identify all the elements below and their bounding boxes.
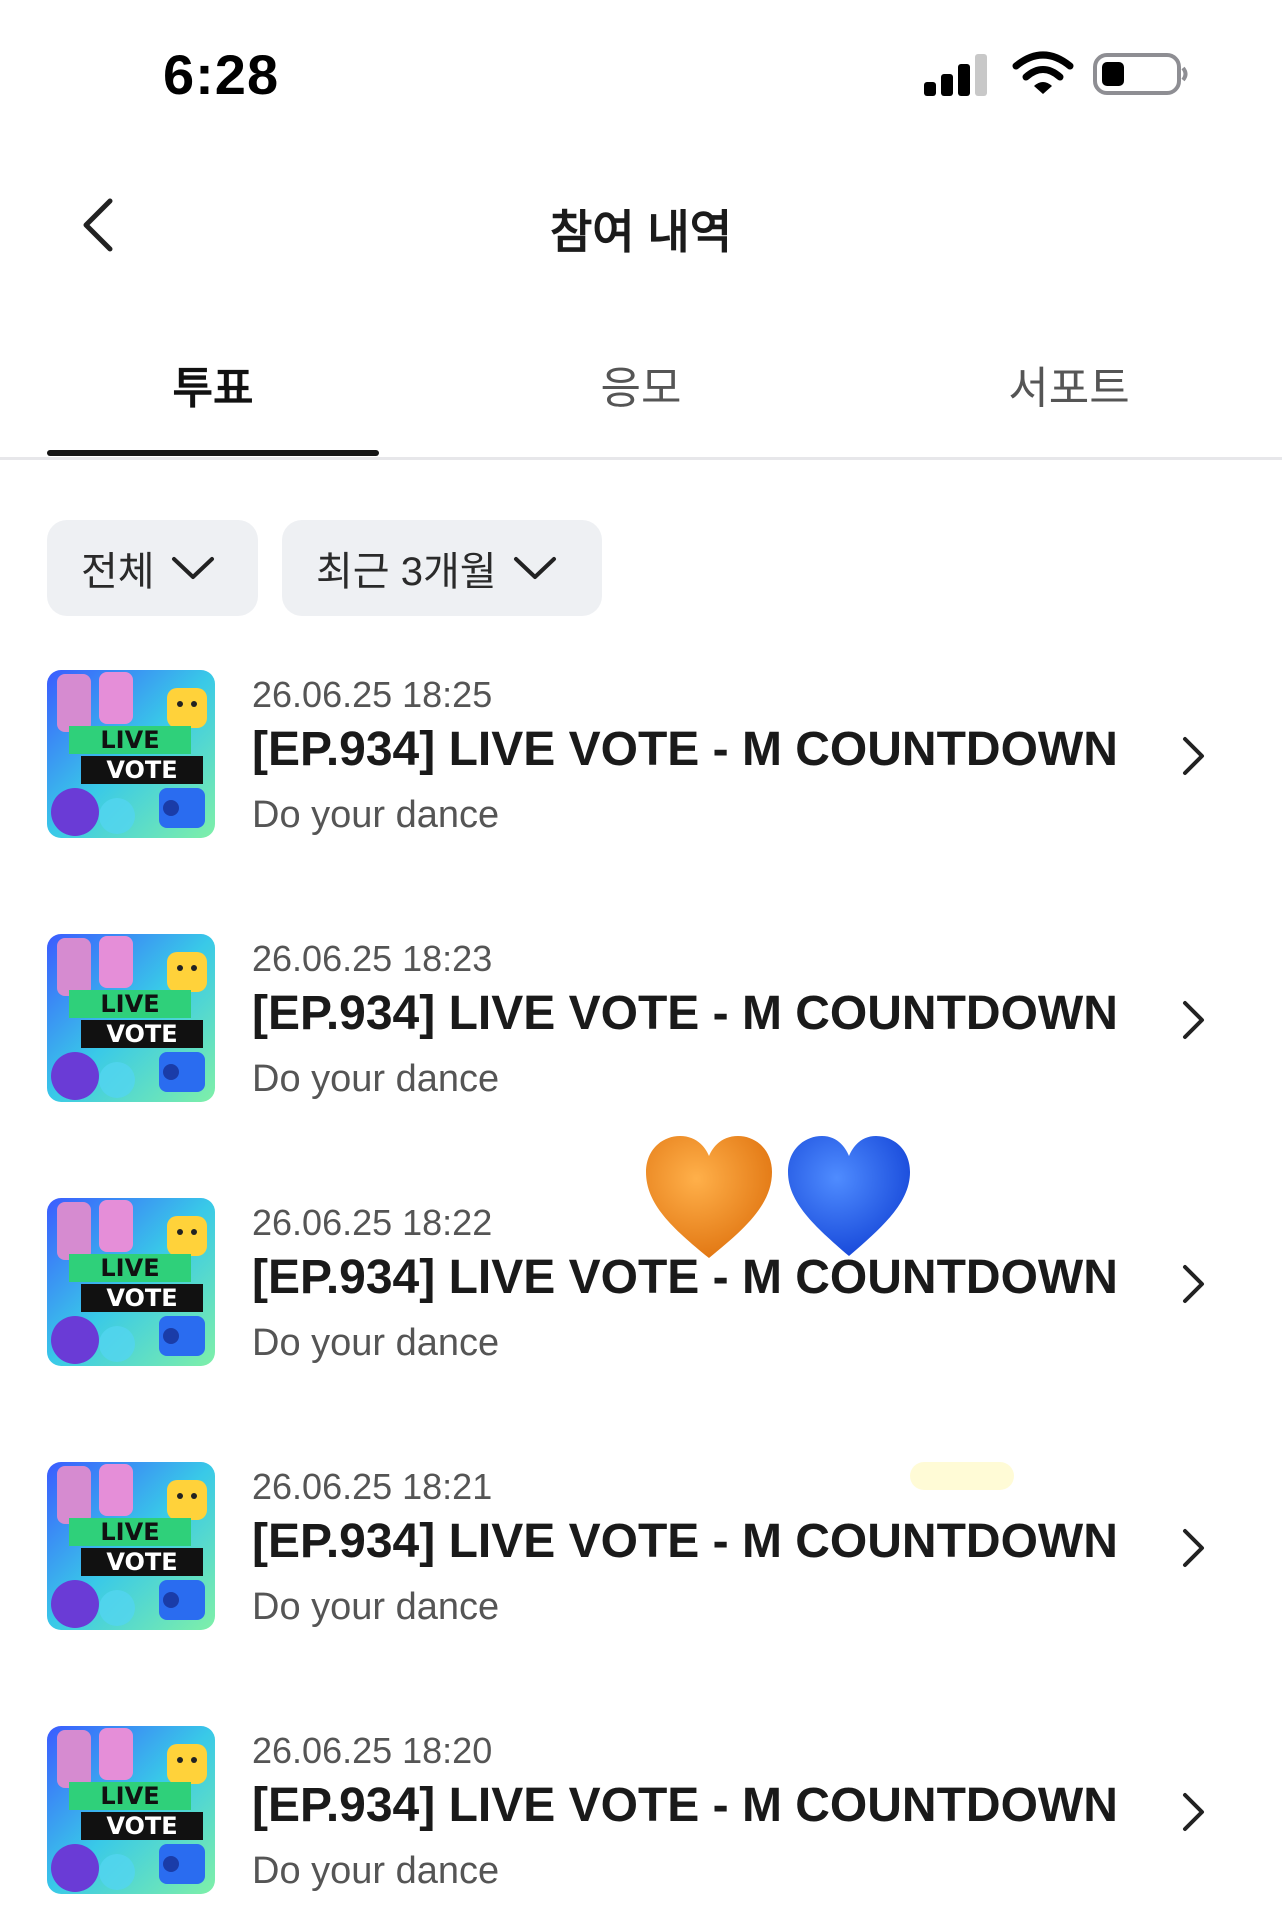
thumbnail-vote-text: VOTE	[106, 1284, 177, 1312]
blue-heart-icon	[788, 1136, 910, 1256]
thumbnail-live-text: LIVE	[100, 726, 159, 754]
tab-bar: 투표 응모 서포트	[0, 330, 1282, 460]
period-filter-dropdown[interactable]: 최근 3개월	[282, 520, 602, 616]
chevron-right-icon[interactable]	[1180, 1526, 1208, 1570]
highlight-smudge	[910, 1462, 1014, 1490]
live-vote-thumbnail: LIVE VOTE	[47, 670, 215, 838]
thumbnail-vote-text: VOTE	[106, 1812, 177, 1840]
live-vote-thumbnail: LIVE VOTE	[47, 1462, 215, 1630]
cellular-signal-icon	[924, 54, 987, 96]
item-title: [EP.934] LIVE VOTE - M COUNTDOWN	[252, 723, 1118, 776]
item-title: [EP.934] LIVE VOTE - M COUNTDOWN	[252, 1779, 1118, 1832]
vote-history-item[interactable]: LIVE VOTE 26.06.25 18:21 [EP.934] LIVE V…	[0, 1462, 1282, 1642]
chevron-down-icon	[171, 557, 214, 579]
chevron-right-icon[interactable]	[1180, 998, 1208, 1042]
live-vote-thumbnail: LIVE VOTE	[47, 934, 215, 1102]
item-subtitle: Do your dance	[252, 1058, 500, 1100]
thumbnail-live-text: LIVE	[100, 1782, 159, 1810]
period-filter-label: 최근 3개월	[316, 550, 497, 594]
item-date: 26.06.25 18:21	[252, 1466, 493, 1507]
thumbnail-vote-text: VOTE	[106, 1548, 177, 1576]
item-title: [EP.934] LIVE VOTE - M COUNTDOWN	[252, 1515, 1118, 1568]
chevron-right-icon[interactable]	[1180, 1790, 1208, 1834]
battery-icon	[1093, 53, 1188, 95]
category-filter-dropdown[interactable]: 전체	[47, 520, 258, 616]
status-bar: 6:28	[0, 0, 1282, 150]
thumbnail-live-text: LIVE	[100, 990, 159, 1018]
vote-history-item[interactable]: LIVE VOTE 26.06.25 18:23 [EP.934] LIVE V…	[0, 934, 1282, 1114]
item-title: [EP.934] LIVE VOTE - M COUNTDOWN	[252, 987, 1118, 1040]
tab-support[interactable]: 서포트	[903, 352, 1235, 432]
wifi-icon	[1012, 51, 1074, 94]
page-title: 참여 내역	[549, 206, 733, 258]
item-date: 26.06.25 18:20	[252, 1730, 493, 1771]
category-filter-label: 전체	[81, 550, 155, 594]
tab-entry[interactable]: 응모	[475, 352, 807, 432]
tab-vote[interactable]: 투표	[47, 352, 379, 432]
thumbnail-vote-text: VOTE	[106, 1020, 177, 1048]
status-time: 6:28	[163, 43, 280, 106]
vote-history-item[interactable]: LIVE VOTE 26.06.25 18:20 [EP.934] LIVE V…	[0, 1726, 1282, 1906]
item-subtitle: Do your dance	[252, 794, 500, 836]
header: 참여 내역	[0, 150, 1282, 300]
tab-active-indicator	[47, 450, 379, 456]
live-vote-thumbnail: LIVE VOTE	[47, 1198, 215, 1366]
item-date: 26.06.25 18:25	[252, 674, 493, 715]
vote-history-item[interactable]: LIVE VOTE 26.06.25 18:22 [EP.934] LIVE V…	[0, 1198, 1282, 1378]
chevron-down-icon	[513, 557, 556, 579]
item-date: 26.06.25 18:23	[252, 938, 493, 979]
item-subtitle: Do your dance	[252, 1850, 500, 1892]
item-subtitle: Do your dance	[252, 1586, 500, 1628]
thumbnail-live-text: LIVE	[100, 1518, 159, 1546]
chevron-right-icon[interactable]	[1180, 1262, 1208, 1306]
thumbnail-vote-text: VOTE	[106, 756, 177, 784]
chevron-right-icon[interactable]	[1180, 734, 1208, 778]
vote-history-item[interactable]: LIVE VOTE 26.06.25 18:25 [EP.934] LIVE V…	[0, 670, 1282, 850]
thumbnail-live-text: LIVE	[100, 1254, 159, 1282]
live-vote-thumbnail: LIVE VOTE	[47, 1726, 215, 1894]
item-date: 26.06.25 18:22	[252, 1202, 493, 1243]
item-subtitle: Do your dance	[252, 1322, 500, 1364]
orange-heart-icon	[646, 1136, 772, 1258]
